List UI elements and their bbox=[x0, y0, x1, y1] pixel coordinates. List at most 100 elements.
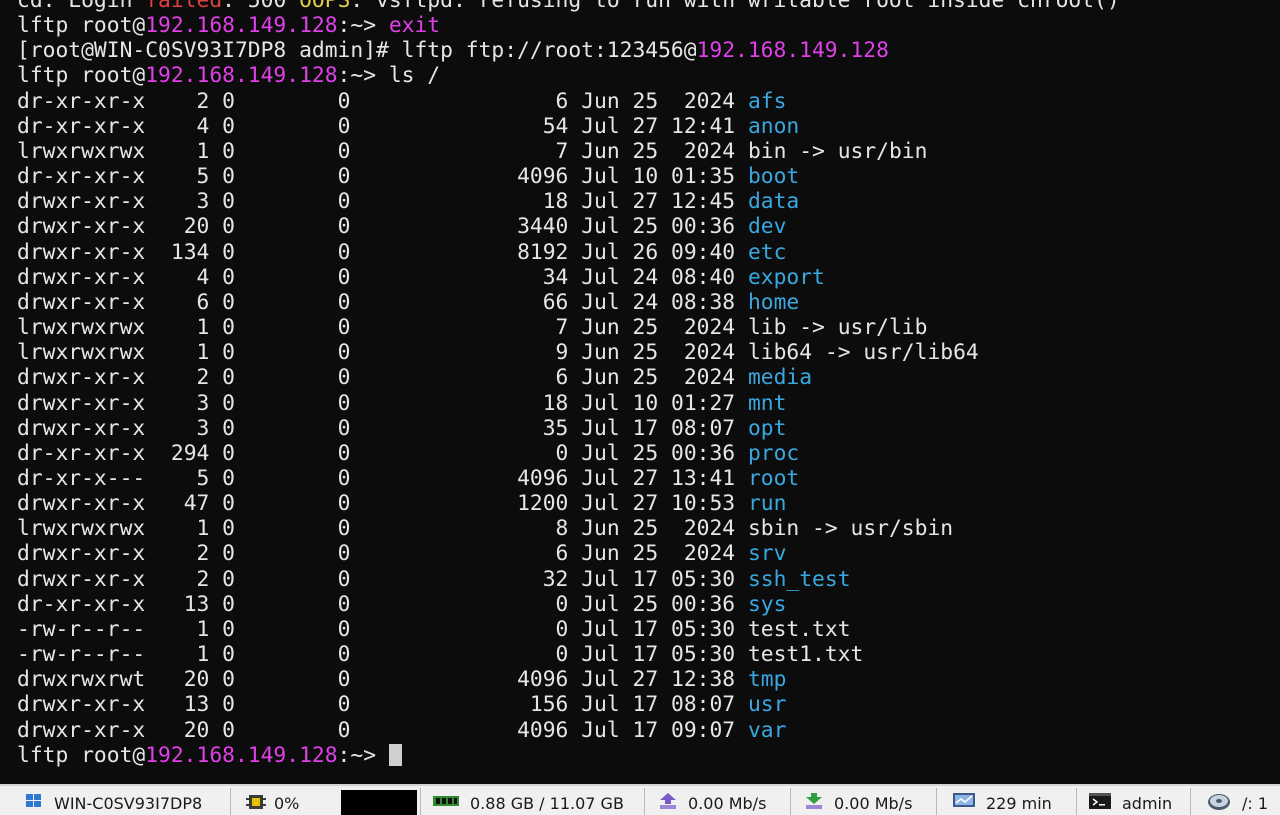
listing-day: 25 bbox=[632, 541, 659, 567]
prompt-line[interactable]: lftp root@192.168.149.128:~> bbox=[17, 743, 1120, 768]
listing-day: 25 bbox=[632, 365, 659, 391]
listing-name: sys bbox=[747, 591, 787, 617]
listing-row: lrwxrwxrwx 1 0 0 8 Jun 25 2024 sbin -> u… bbox=[17, 516, 1120, 541]
listing-time: 12:38 bbox=[671, 667, 736, 693]
listing-name: proc bbox=[747, 440, 800, 466]
listing-day: 25 bbox=[632, 591, 659, 617]
listing-day: 27 bbox=[632, 465, 659, 491]
listing-owner: 0 bbox=[222, 88, 325, 114]
terminal-text: lftp root@ bbox=[17, 13, 146, 39]
listing-name: export bbox=[747, 264, 825, 290]
listing-size: 6 bbox=[363, 88, 569, 114]
listing-links: 3 bbox=[158, 189, 210, 215]
terminal-text: 192.168.149.128 bbox=[145, 13, 338, 39]
listing-time: 09:07 bbox=[671, 717, 736, 743]
listing-size: 4096 bbox=[363, 164, 569, 190]
memory-item[interactable]: 0.88 GB / 11.07 GB bbox=[432, 786, 624, 815]
listing-links: 1 bbox=[158, 642, 210, 668]
listing-permissions: drwxr-xr-x bbox=[17, 415, 146, 441]
listing-row: lrwxrwxrwx 1 0 0 9 Jun 25 2024 lib64 -> … bbox=[17, 340, 1120, 365]
listing-permissions: drwxr-xr-x bbox=[17, 264, 146, 290]
listing-row: dr-xr-xr-x 294 0 0 0 Jul 25 00:36 proc bbox=[17, 441, 1120, 466]
listing-month: Jun bbox=[581, 516, 620, 542]
listing-time: 2024 bbox=[671, 365, 736, 391]
listing-size: 7 bbox=[363, 138, 569, 164]
listing-size: 7 bbox=[363, 315, 569, 341]
listing-group: 0 bbox=[337, 164, 351, 190]
upload-item[interactable]: 0.00 Mb/s bbox=[658, 786, 766, 815]
listing-time: 2024 bbox=[671, 88, 736, 114]
download-item[interactable]: 0.00 Mb/s bbox=[804, 786, 912, 815]
listing-month: Jul bbox=[581, 692, 620, 718]
divider bbox=[790, 788, 791, 815]
listing-group: 0 bbox=[337, 491, 351, 517]
listing-links: 1 bbox=[158, 516, 210, 542]
terminal-text: exit bbox=[388, 13, 441, 39]
listing-links: 20 bbox=[158, 667, 210, 693]
terminal-text: 192.168.149.128 bbox=[145, 63, 338, 89]
listing-row: drwxr-xr-x 4 0 0 34 Jul 24 08:40 export bbox=[17, 265, 1120, 290]
listing-owner: 0 bbox=[222, 214, 325, 240]
listing-group: 0 bbox=[337, 390, 351, 416]
listing-row: drwxr-xr-x 3 0 0 18 Jul 10 01:27 mnt bbox=[17, 391, 1120, 416]
listing-size: 66 bbox=[363, 289, 569, 315]
terminal-line: lftp root@192.168.149.128:~> ls / bbox=[17, 63, 1120, 88]
listing-owner: 0 bbox=[222, 516, 325, 542]
listing-day: 25 bbox=[632, 516, 659, 542]
listing-time: 12:41 bbox=[671, 113, 736, 139]
listing-size: 4096 bbox=[363, 717, 569, 743]
listing-owner: 0 bbox=[222, 189, 325, 215]
listing-name: media bbox=[747, 365, 813, 391]
listing-size: 156 bbox=[363, 692, 569, 718]
terminal-text: [root@WIN-C0SV93I7DP8 admin]# lftp ftp:/… bbox=[17, 38, 697, 64]
listing-links: 13 bbox=[158, 591, 210, 617]
terminal-window[interactable]: cd: Login failed: 500 OOPS: vsftpd: refu… bbox=[0, 0, 1280, 784]
memory-icon bbox=[432, 792, 460, 810]
listing-day: 17 bbox=[632, 616, 659, 642]
listing-group: 0 bbox=[337, 289, 351, 315]
listing-links: 4 bbox=[158, 113, 210, 139]
listing-owner: 0 bbox=[222, 717, 325, 743]
terminal-text: OOPS bbox=[299, 0, 351, 13]
terminal-line: lftp root@192.168.149.128:~> exit bbox=[17, 13, 1120, 38]
listing-row: -rw-r--r-- 1 0 0 0 Jul 17 05:30 test1.tx… bbox=[17, 642, 1120, 667]
listing-group: 0 bbox=[337, 239, 351, 265]
listing-time: 08:07 bbox=[671, 692, 736, 718]
listing-day: 27 bbox=[632, 667, 659, 693]
hostname-item[interactable]: WIN-C0SV93I7DP8 bbox=[24, 786, 202, 815]
cpu-graph bbox=[341, 790, 417, 815]
listing-group: 0 bbox=[337, 692, 351, 718]
cpu-label: 0% bbox=[274, 794, 300, 813]
disk-item[interactable]: /: 1 bbox=[1206, 786, 1268, 815]
listing-owner: 0 bbox=[222, 440, 325, 466]
listing-month: Jun bbox=[581, 541, 620, 567]
user-item[interactable]: admin bbox=[1088, 786, 1172, 815]
listing-month: Jul bbox=[581, 390, 620, 416]
listing-name: etc bbox=[747, 239, 787, 265]
listing-month: Jun bbox=[581, 315, 620, 341]
listing-row: dr-xr-xr-x 5 0 0 4096 Jul 10 01:35 boot bbox=[17, 164, 1120, 189]
listing-name: tmp bbox=[747, 667, 787, 693]
listing-size: 18 bbox=[363, 189, 569, 215]
listing-time: 05:30 bbox=[671, 642, 736, 668]
listing-row: drwxr-xr-x 2 0 0 32 Jul 17 05:30 ssh_tes… bbox=[17, 567, 1120, 592]
cpu-item[interactable]: 0% bbox=[244, 786, 299, 815]
listing-links: 4 bbox=[158, 264, 210, 290]
listing-links: 5 bbox=[158, 164, 210, 190]
listing-row: drwxr-xr-x 6 0 0 66 Jul 24 08:38 home bbox=[17, 290, 1120, 315]
listing-size: 0 bbox=[363, 616, 569, 642]
listing-name: test.txt bbox=[747, 616, 851, 642]
uptime-item[interactable]: 229 min bbox=[952, 786, 1052, 815]
listing-links: 1 bbox=[158, 315, 210, 341]
listing-permissions: drwxr-xr-x bbox=[17, 239, 146, 265]
listing-permissions: -rw-r--r-- bbox=[17, 616, 146, 642]
divider bbox=[1076, 788, 1077, 815]
listing-day: 27 bbox=[632, 113, 659, 139]
listing-row: drwxr-xr-x 134 0 0 8192 Jul 26 09:40 etc bbox=[17, 240, 1120, 265]
listing-owner: 0 bbox=[222, 491, 325, 517]
listing-permissions: drwxr-xr-x bbox=[17, 214, 146, 240]
listing-name: data bbox=[747, 189, 800, 215]
terminal-icon bbox=[1088, 792, 1112, 810]
listing-row: drwxr-xr-x 2 0 0 6 Jun 25 2024 media bbox=[17, 365, 1120, 390]
listing-owner: 0 bbox=[222, 113, 325, 139]
